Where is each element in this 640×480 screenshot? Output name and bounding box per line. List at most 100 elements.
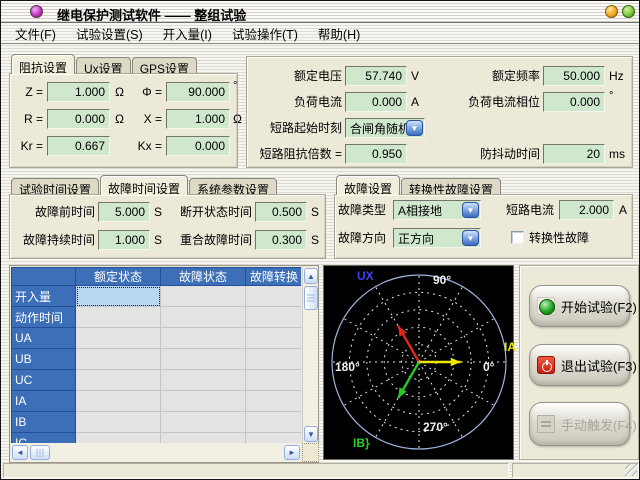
phi-unit: ° — [233, 80, 237, 100]
convert-fault-checkbox[interactable] — [511, 231, 524, 244]
load-current-input[interactable] — [345, 92, 407, 112]
chevron-down-icon[interactable]: ▼ — [406, 120, 423, 136]
table-col-header[interactable]: 故障转换 — [246, 268, 302, 286]
tab-fault-settings[interactable]: 故障设置 — [336, 175, 400, 195]
table-cell[interactable] — [161, 286, 246, 307]
table-row-header[interactable]: 动作时间 — [12, 307, 76, 328]
kx-input[interactable] — [166, 136, 230, 156]
fault-duration-label: 故障持续时间 — [12, 230, 95, 250]
menu-bar: 文件(F) 试验设置(S) 开入量(I) 试验操作(T) 帮助(H) — [1, 23, 639, 44]
scroll-up-icon[interactable]: ▲ — [304, 268, 318, 284]
table-cell[interactable] — [161, 433, 246, 444]
table-row: 动作时间 — [12, 307, 302, 328]
chevron-down-icon[interactable]: ▼ — [462, 202, 479, 218]
table-cell[interactable] — [76, 391, 161, 412]
table-cell[interactable] — [76, 370, 161, 391]
scroll-right-icon[interactable]: ► — [284, 445, 300, 460]
manual-trigger-icon — [537, 415, 555, 433]
phasor-label: IB} — [353, 436, 370, 450]
table-row-header[interactable]: 开入量 — [12, 286, 76, 307]
app-icon[interactable] — [30, 5, 43, 18]
table-cell[interactable] — [246, 349, 302, 370]
menu-binary-input[interactable]: 开入量(I) — [153, 22, 222, 45]
table-row-header[interactable]: IB — [12, 412, 76, 433]
table-row-header[interactable]: UC — [12, 370, 76, 391]
table-cell[interactable] — [76, 433, 161, 444]
minimize-button[interactable] — [605, 5, 618, 18]
menu-test-settings[interactable]: 试验设置(S) — [66, 22, 153, 45]
load-phase-input[interactable] — [543, 92, 605, 112]
table-cell[interactable] — [246, 412, 302, 433]
vscroll-thumb[interactable] — [304, 286, 318, 310]
manual-trigger-button[interactable]: 手动触发(F4) — [529, 402, 630, 446]
rated-freq-input[interactable] — [543, 66, 605, 86]
rated-voltage-input[interactable] — [345, 66, 407, 86]
scroll-down-icon[interactable]: ▼ — [304, 426, 318, 442]
reclose-fault-time-input[interactable] — [255, 230, 307, 250]
table-row-header[interactable]: IC — [12, 433, 76, 444]
tab-fault-time[interactable]: 故障时间设置 — [100, 175, 188, 195]
table-row-header[interactable]: UA — [12, 328, 76, 349]
resize-grip[interactable] — [625, 464, 637, 476]
table-cell[interactable] — [76, 328, 161, 349]
tab-gps-settings[interactable]: GPS设置 — [132, 57, 197, 74]
r-input[interactable] — [47, 109, 110, 129]
fault-direction-select[interactable]: 正方向 ▼ — [393, 228, 481, 248]
open-state-time-input[interactable] — [255, 202, 307, 222]
table-cell[interactable] — [246, 370, 302, 391]
fault-type-select[interactable]: A相接地 ▼ — [393, 200, 481, 220]
title-bar[interactable]: 继电保护测试软件 —— 整组试验 — [1, 1, 639, 23]
table-cell[interactable] — [76, 286, 161, 307]
impedance-mult-label: 短路阻抗倍数 = — [247, 144, 342, 164]
tab-test-time[interactable]: 试验时间设置 — [11, 178, 99, 195]
x-input[interactable] — [166, 109, 230, 129]
impedance-mult-input[interactable] — [345, 144, 407, 164]
table-cell[interactable] — [76, 349, 161, 370]
prefault-time-input[interactable] — [98, 202, 150, 222]
table-cell[interactable] — [76, 412, 161, 433]
tab-impedance-settings[interactable]: 阻抗设置 — [11, 54, 75, 74]
z-input[interactable] — [47, 82, 110, 102]
scroll-left-icon[interactable]: ◄ — [12, 445, 28, 460]
table-cell[interactable] — [246, 433, 302, 444]
tab-system-params[interactable]: 系统参数设置 — [189, 178, 277, 195]
table-cell[interactable] — [246, 286, 302, 307]
table-row: 开入量 — [12, 286, 302, 307]
table-col-header[interactable]: 额定状态 — [76, 268, 161, 286]
start-test-button[interactable]: 开始试验(F2) — [529, 285, 630, 327]
phi-input[interactable] — [166, 82, 230, 102]
tab-ux-settings[interactable]: Ux设置 — [76, 57, 131, 74]
table-cell[interactable] — [161, 412, 246, 433]
table-cell[interactable] — [161, 391, 246, 412]
table-cell[interactable] — [161, 370, 246, 391]
short-start-select[interactable]: 合闸角随机 ▼ — [345, 118, 425, 138]
table-cell[interactable] — [76, 307, 161, 328]
menu-test-operation[interactable]: 试验操作(T) — [222, 22, 308, 45]
table-cell[interactable] — [246, 391, 302, 412]
phasor-label: 90° — [433, 273, 451, 287]
menu-help[interactable]: 帮助(H) — [308, 22, 370, 45]
kr-input[interactable] — [47, 136, 110, 156]
table-cell[interactable] — [246, 307, 302, 328]
table-cell[interactable] — [246, 328, 302, 349]
chevron-down-icon[interactable]: ▼ — [462, 230, 479, 246]
table-vscrollbar[interactable]: ▲ ▼ — [302, 267, 318, 443]
table-cell[interactable] — [161, 307, 246, 328]
exit-test-button[interactable]: 退出试验(F3) — [529, 344, 630, 386]
fault-duration-input[interactable] — [98, 230, 150, 250]
table-row: UB — [12, 349, 302, 370]
table-row-header[interactable]: UB — [12, 349, 76, 370]
tab-convert-fault-settings[interactable]: 转换性故障设置 — [401, 178, 501, 195]
rated-freq-unit: Hz — [609, 66, 624, 86]
menu-file[interactable]: 文件(F) — [5, 22, 66, 45]
reclose-fault-time-label: 重合故障时间 — [168, 230, 252, 250]
table-cell[interactable] — [161, 349, 246, 370]
close-button[interactable] — [622, 5, 635, 18]
table-hscrollbar[interactable]: ◄ ► — [11, 443, 301, 462]
table-cell[interactable] — [161, 328, 246, 349]
table-col-header[interactable]: 故障状态 — [161, 268, 246, 286]
short-current-input[interactable] — [559, 200, 614, 220]
debounce-input[interactable] — [543, 144, 605, 164]
hscroll-thumb[interactable] — [30, 445, 50, 460]
table-row-header[interactable]: IA — [12, 391, 76, 412]
